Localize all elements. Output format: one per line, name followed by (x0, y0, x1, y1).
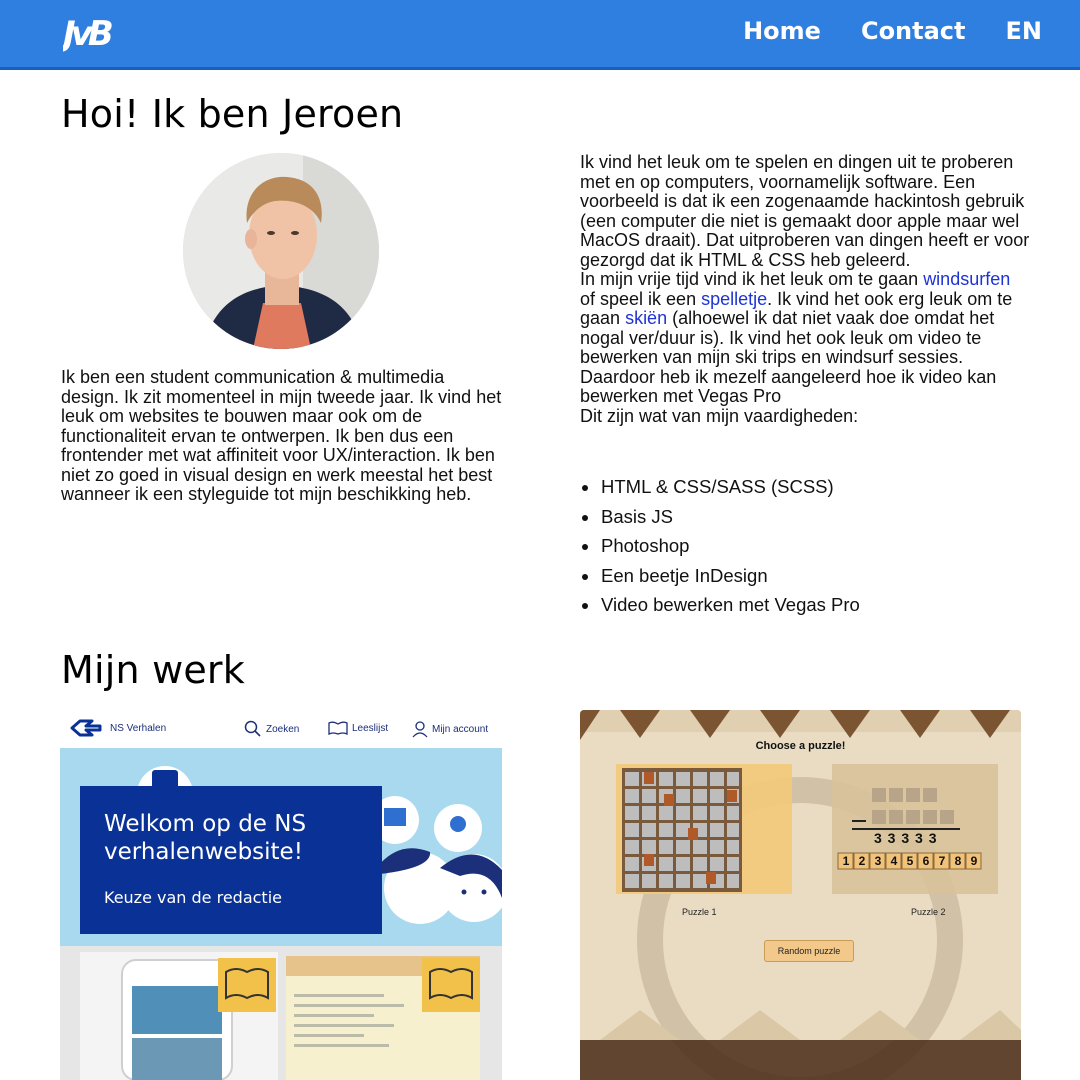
ns-menu-label: Mijn account (432, 723, 489, 735)
windsurfen-link[interactable]: windsurfen (923, 269, 1010, 289)
digit-tile[interactable]: 8 (950, 854, 966, 868)
site-logo[interactable]: JvB (63, 9, 113, 53)
digit-tile[interactable]: 6 (918, 854, 934, 868)
puzzle-sum-row: 3 3 3 3 3 (874, 830, 938, 846)
ns-site-name: NS Verhalen (110, 723, 167, 734)
digit-tile[interactable]: 9 (966, 854, 982, 868)
about-me-left-text: Ik ben een student communication & multi… (61, 367, 502, 504)
work-heading: Mijn werk (61, 648, 245, 692)
ns-logo-icon (70, 719, 102, 737)
random-puzzle-button[interactable]: Random puzzle (764, 940, 854, 962)
puzzle-1-label[interactable]: Puzzle 1 (682, 907, 717, 917)
top-navigation-bar: JvB Home Contact EN (0, 0, 1080, 70)
ns-welcome-title: Welkom op de NS verhalenwebsite! (104, 811, 307, 865)
skill-item: Basis JS (580, 502, 860, 532)
intro-heading: Hoi! Ik ben Jeroen (61, 92, 404, 136)
puzzle-digit-row: 1 2 3 4 5 6 7 8 9 (838, 854, 982, 868)
spelletje-link[interactable]: spelletje (701, 289, 767, 309)
user-icon (412, 721, 428, 738)
digit-tile[interactable]: 4 (886, 854, 902, 868)
digit-tile[interactable]: 7 (934, 854, 950, 868)
book-icon (328, 721, 348, 736)
ns-header: NS Verhalen Zoeken Leeslijst Mijn accoun… (60, 710, 502, 750)
search-icon (244, 720, 261, 737)
logo-mark-icon: JvB (63, 14, 113, 53)
project-card-ns-verhalen[interactable]: NS Verhalen Zoeken Leeslijst Mijn accoun… (60, 710, 502, 1080)
text-span: of speel ik een (580, 288, 697, 309)
nav-contact-link[interactable]: Contact (861, 14, 966, 48)
skill-item: HTML & CSS/SASS (SCSS) (580, 472, 860, 502)
ns-article-previews (80, 952, 480, 1080)
text-span: In mijn vrije tijd vind ik het leuk om t… (580, 269, 919, 289)
nav-home-link[interactable]: Home (743, 14, 821, 48)
ns-readlist-menu: Leeslijst (328, 720, 388, 736)
ns-menu-label: Zoeken (266, 723, 300, 735)
skill-item: Een beetje InDesign (580, 561, 860, 591)
hobby-paragraph-2: In mijn vrije tijd vind ik het leuk om t… (580, 269, 1030, 407)
about-me-right-text: Ik vind het leuk om te spelen en dingen … (580, 152, 1030, 426)
puzzle-background (580, 710, 1021, 1080)
profile-photo (183, 153, 379, 349)
digit-tile[interactable]: 3 (870, 854, 886, 868)
puzzle-2-label[interactable]: Puzzle 2 (911, 907, 946, 917)
ns-search-menu: Zoeken (244, 720, 299, 738)
digit-tile[interactable]: 1 (838, 854, 854, 868)
digit-tile[interactable]: 5 (902, 854, 918, 868)
main-nav: Home Contact EN (743, 14, 1042, 48)
nav-language-link[interactable]: EN (1006, 14, 1042, 48)
skien-link[interactable]: skiën (625, 308, 667, 328)
svg-text:JvB: JvB (63, 14, 112, 53)
skills-list: HTML & CSS/SASS (SCSS) Basis JS Photosho… (580, 472, 860, 620)
ns-welcome-subtitle: Keuze van de redactie (104, 888, 282, 907)
skill-item: Video bewerken met Vegas Pro (580, 590, 860, 620)
skill-item: Photoshop (580, 531, 860, 561)
ns-welcome-panel: Welkom op de NS verhalenwebsite! Keuze v… (80, 786, 382, 934)
digit-tile[interactable]: 2 (854, 854, 870, 868)
skills-intro: Dit zijn wat van mijn vaardigheden: (580, 405, 859, 426)
hobby-paragraph-1: Ik vind het leuk om te spelen en dingen … (580, 152, 1030, 270)
project-card-puzzle[interactable]: Choose a puzzle! 3 3 3 3 3 1 2 3 4 5 6 7… (580, 710, 1021, 1080)
puzzle-choose-title: Choose a puzzle! (755, 740, 846, 752)
ns-articles-area (60, 946, 502, 1080)
ns-account-menu: Mijn account (412, 720, 488, 738)
ns-menu-label: Leeslijst (352, 722, 389, 734)
